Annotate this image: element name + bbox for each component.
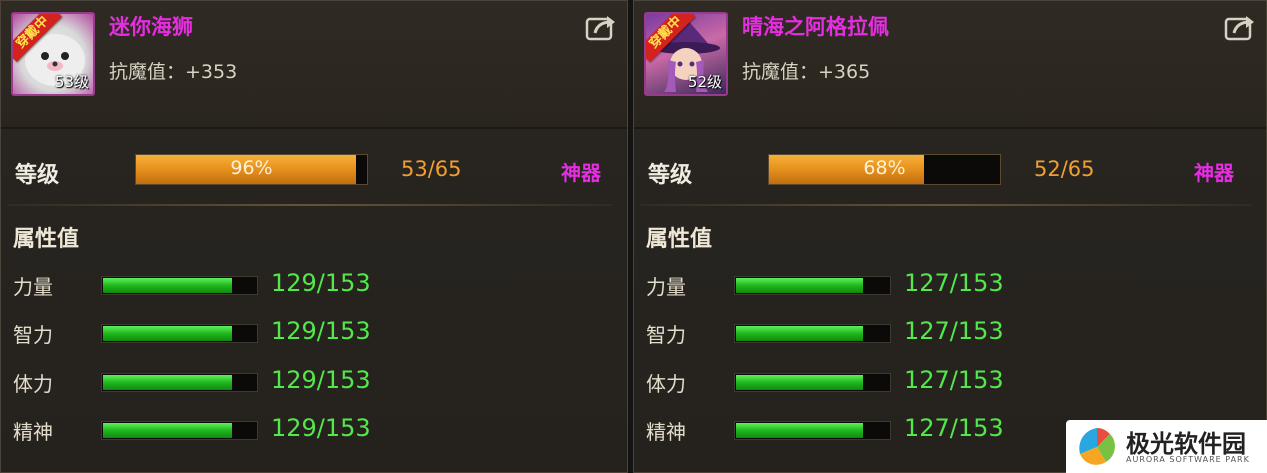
attr-value: 127/153: [904, 414, 1004, 442]
attr-fill: [103, 423, 232, 438]
xp-bar: 68%: [768, 154, 1001, 185]
attr-row-intellect: 智力 129/153: [1, 315, 627, 351]
avatar-level: 53级: [54, 73, 89, 91]
attr-bar: [101, 421, 258, 440]
attr-label: 智力: [646, 323, 686, 347]
attr-label: 力量: [646, 275, 686, 299]
attr-label: 体力: [13, 372, 53, 396]
attr-row-stamina: 体力 129/153: [1, 364, 627, 400]
attr-label: 智力: [13, 323, 53, 347]
xp-bar: 96%: [135, 154, 368, 185]
attr-value: 129/153: [271, 269, 371, 297]
attr-bar: [734, 276, 891, 295]
xp-percent: 68%: [863, 157, 906, 179]
attr-label: 精神: [646, 420, 686, 444]
attr-value: 129/153: [271, 366, 371, 394]
item-avatar[interactable]: 穿戴中 52级: [644, 12, 728, 96]
artifact-button[interactable]: 神器: [561, 157, 601, 186]
level-label: 等级: [648, 163, 693, 188]
item-name: 迷你海狮: [109, 15, 193, 39]
attr-bar: [101, 373, 258, 392]
level-row: 等级 68% 52/65 神器: [634, 151, 1266, 191]
attr-row-stamina: 体力 127/153: [634, 364, 1266, 400]
attributes-title: 属性值: [646, 227, 713, 252]
attr-fill: [103, 326, 232, 341]
attr-bar: [734, 373, 891, 392]
attr-fill: [736, 375, 863, 390]
attributes-title: 属性值: [13, 227, 80, 252]
avatar-level: 52级: [687, 73, 722, 91]
magic-resist: 抗魔值：+365: [742, 61, 871, 83]
item-avatar[interactable]: 穿戴中 53级: [11, 12, 95, 96]
attr-label: 精神: [13, 420, 53, 444]
watermark: 极光软件园 AURORA SOFTWARE PARK: [1066, 420, 1267, 473]
level-row: 等级 96% 53/65 神器: [1, 151, 627, 191]
level-value: 52/65: [1034, 157, 1095, 181]
equipment-card-right: 穿戴中 52级 晴海之阿格拉佩 抗魔值：+365 等级 68% 52/65 神器…: [633, 0, 1267, 473]
watermark-en: AURORA SOFTWARE PARK: [1126, 455, 1250, 464]
watermark-cn: 极光软件园: [1126, 430, 1246, 458]
share-icon[interactable]: [585, 13, 617, 41]
aurora-logo-icon: [1079, 428, 1115, 465]
attr-bar: [734, 421, 891, 440]
item-name: 晴海之阿格拉佩: [742, 15, 889, 39]
attr-value: 129/153: [271, 414, 371, 442]
level-value: 53/65: [401, 157, 462, 181]
attr-value: 129/153: [271, 317, 371, 345]
attr-value: 127/153: [904, 366, 1004, 394]
share-icon[interactable]: [1224, 13, 1256, 41]
attr-bar: [734, 324, 891, 343]
attr-row-intellect: 智力 127/153: [634, 315, 1266, 351]
divider: [640, 204, 1252, 206]
attr-label: 体力: [646, 372, 686, 396]
xp-percent: 96%: [230, 157, 273, 179]
attr-fill: [103, 278, 232, 293]
card-header: 穿戴中 53级 迷你海狮 抗魔值：+353: [1, 1, 627, 129]
attr-label: 力量: [13, 275, 53, 299]
attr-fill: [736, 278, 863, 293]
divider: [7, 204, 613, 206]
attr-row-strength: 力量 129/153: [1, 267, 627, 303]
magic-resist: 抗魔值：+353: [109, 61, 238, 83]
attr-value: 127/153: [904, 317, 1004, 345]
level-label: 等级: [15, 163, 60, 188]
attr-bar: [101, 324, 258, 343]
attr-fill: [103, 375, 232, 390]
artifact-button[interactable]: 神器: [1194, 157, 1234, 186]
attr-fill: [736, 326, 863, 341]
attr-row-spirit: 精神 129/153: [1, 412, 627, 448]
attr-row-strength: 力量 127/153: [634, 267, 1266, 303]
attr-value: 127/153: [904, 269, 1004, 297]
attr-bar: [101, 276, 258, 295]
attr-fill: [736, 423, 863, 438]
card-header: 穿戴中 52级 晴海之阿格拉佩 抗魔值：+365: [634, 1, 1266, 129]
equipment-card-left: 穿戴中 53级 迷你海狮 抗魔值：+353 等级 96% 53/65 神器 属性…: [0, 0, 628, 473]
